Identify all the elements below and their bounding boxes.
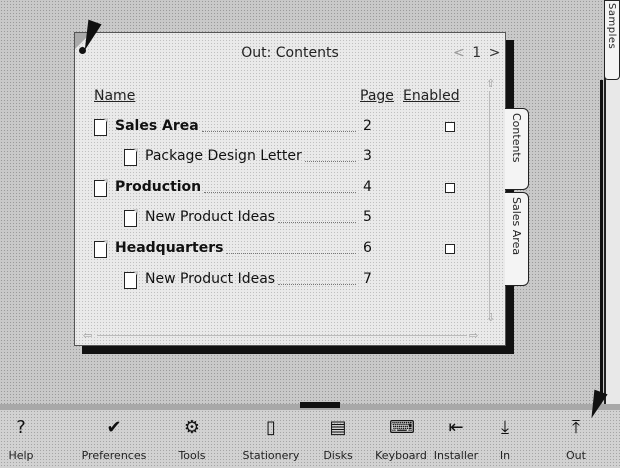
help-icon: ? xyxy=(16,417,26,438)
list-item[interactable]: Headquarters 6 xyxy=(94,240,484,264)
page-number: 4 xyxy=(363,179,372,195)
dock-item-out[interactable]: ⤒ Out xyxy=(556,414,596,464)
page-number: 5 xyxy=(363,209,372,225)
scroll-left-icon[interactable]: ⇦ xyxy=(83,329,92,342)
checkmark-icon: ✔ xyxy=(106,417,122,438)
document-icon xyxy=(124,271,138,289)
enabled-checkbox[interactable] xyxy=(445,122,455,132)
leader-dots xyxy=(226,240,356,254)
page-number: 1 xyxy=(472,45,482,61)
page-navigator[interactable]: < 1 > xyxy=(453,45,500,61)
leader-dots xyxy=(202,118,356,132)
dock-item-in[interactable]: ⤓ In xyxy=(490,414,520,464)
dock-item-tools[interactable]: ⚙ Tools xyxy=(170,414,214,464)
tab-contents-label: Contents xyxy=(510,113,523,163)
scroll-down-icon[interactable]: ⇩ xyxy=(486,311,495,324)
scroll-right-icon[interactable]: ⇨ xyxy=(469,329,478,342)
item-name: Package Design Letter xyxy=(145,148,302,164)
document-icon xyxy=(94,179,108,197)
list-item[interactable]: Production 4 xyxy=(94,179,484,203)
dock-item-disks[interactable]: ▤ Disks xyxy=(320,414,356,464)
tab-sales-area[interactable]: Sales Area xyxy=(505,192,529,286)
dock-item-label: Stationery xyxy=(242,449,300,462)
page-prev-button[interactable]: < xyxy=(453,45,465,61)
divider-line xyxy=(600,80,603,398)
samples-tab[interactable]: Samples xyxy=(604,0,620,80)
dock-item-label: Disks xyxy=(323,449,353,462)
document-icon xyxy=(94,240,108,258)
leader-dots xyxy=(278,209,356,223)
item-name: New Product Ideas xyxy=(145,209,276,225)
dock-item-stationery[interactable]: ▯ Stationery xyxy=(231,414,311,464)
window-title: Out: Contents xyxy=(241,45,339,61)
list-item[interactable]: Package Design Letter 3 xyxy=(94,148,484,172)
horizontal-scrollbar[interactable]: ⇦ ⇨ xyxy=(83,329,483,342)
dock-item-keyboard[interactable]: ⌨ Keyboard xyxy=(370,414,432,464)
item-name: New Product Ideas xyxy=(145,271,276,287)
page-number: 6 xyxy=(363,240,372,256)
dock-item-label: Out xyxy=(566,449,586,462)
tab-contents[interactable]: Contents xyxy=(505,108,529,190)
dock-item-label: Tools xyxy=(178,449,206,462)
notebook-bottom-marker xyxy=(272,346,314,352)
page-number: 2 xyxy=(363,118,372,134)
dock-separator-marker xyxy=(300,402,340,408)
page-number: 7 xyxy=(363,271,372,287)
samples-tab-label: Samples xyxy=(606,3,617,50)
dock-item-label: Preferences xyxy=(81,449,147,462)
leader-dots xyxy=(278,271,356,285)
leader-dots xyxy=(204,179,356,193)
document-icon xyxy=(124,209,138,227)
dock-item-help[interactable]: ? Help xyxy=(4,414,38,464)
item-name: Production xyxy=(115,179,202,195)
tab-sales-area-label: Sales Area xyxy=(510,197,523,256)
dock-item-label: Keyboard xyxy=(375,449,427,462)
page-next-button[interactable]: > xyxy=(489,45,501,61)
leader-dots xyxy=(305,148,356,162)
disk-icon: ▤ xyxy=(329,417,347,438)
document-icon xyxy=(94,118,108,136)
stationery-icon: ▯ xyxy=(266,417,276,438)
document-icon xyxy=(124,148,138,166)
installer-icon: ⇤ xyxy=(448,417,464,438)
item-name: Sales Area xyxy=(115,118,199,134)
enabled-checkbox[interactable] xyxy=(445,244,455,254)
header-name[interactable]: Name xyxy=(94,88,135,104)
dock-item-preferences[interactable]: ✔ Preferences xyxy=(66,414,162,464)
column-headers: Name Page Enabled xyxy=(94,88,489,108)
keyboard-icon: ⌨ xyxy=(389,417,415,438)
enabled-checkbox[interactable] xyxy=(445,183,455,193)
dock-item-label: Installer xyxy=(433,449,479,462)
dock-item-label: In xyxy=(499,449,511,462)
tools-icon: ⚙ xyxy=(183,417,201,438)
page-number: 3 xyxy=(363,148,372,164)
vertical-scrollbar[interactable]: ⇧ ⇩ xyxy=(486,77,495,329)
list-item[interactable]: New Product Ideas 5 xyxy=(94,209,484,233)
out-tray-icon: ⤒ xyxy=(572,417,580,438)
in-tray-icon: ⤓ xyxy=(501,417,509,438)
header-enabled[interactable]: Enabled xyxy=(403,88,460,104)
dock-item-installer[interactable]: ⇤ Installer xyxy=(428,414,484,464)
list-item[interactable]: New Product Ideas 7 xyxy=(94,271,484,295)
list-item[interactable]: Sales Area 2 xyxy=(94,118,484,142)
notebook-window: Out: Contents < 1 > Name Page Enabled Sa… xyxy=(74,32,506,346)
item-name: Headquarters xyxy=(115,240,224,256)
scroll-up-icon[interactable]: ⇧ xyxy=(486,77,495,90)
dock-item-label: Help xyxy=(8,449,34,462)
header-page[interactable]: Page xyxy=(360,88,394,104)
